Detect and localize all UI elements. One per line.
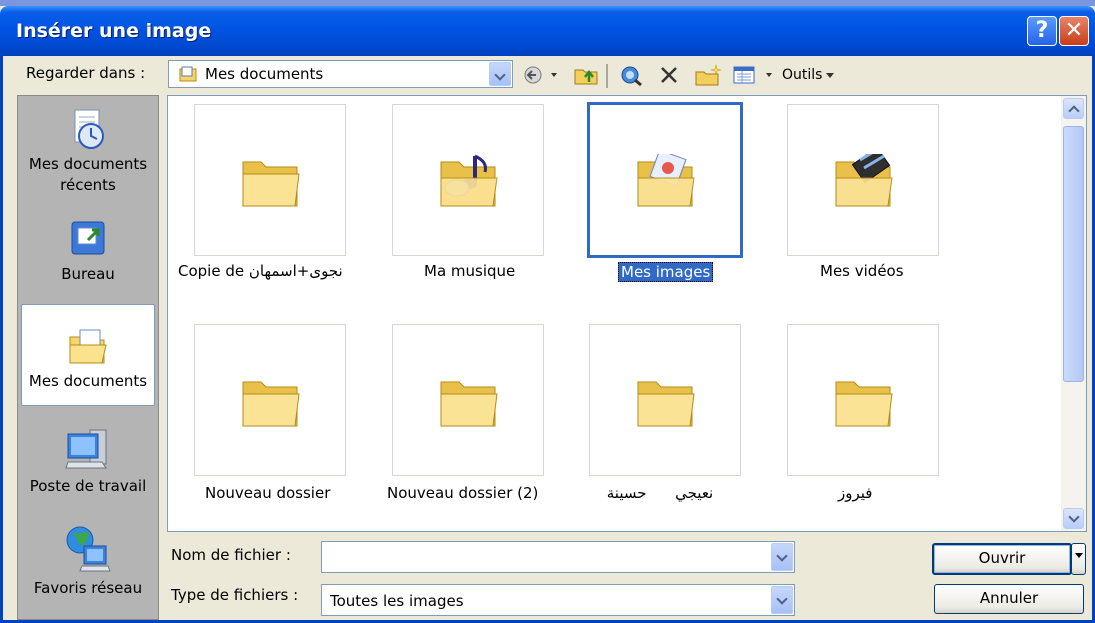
search-web-button[interactable] — [616, 64, 644, 86]
place-desktop[interactable]: Bureau — [21, 216, 155, 296]
file-thumbnail[interactable] — [194, 104, 346, 256]
place-label: Poste de travail — [29, 477, 147, 495]
file-thumbnail[interactable] — [787, 324, 939, 476]
recent-documents-icon — [74, 109, 104, 149]
file-name-selected[interactable]: Mes images — [618, 262, 714, 282]
place-label: Bureau — [61, 265, 115, 283]
file-thumbnail[interactable] — [194, 324, 346, 476]
place-label: Mes documents — [28, 372, 148, 390]
place-recent-documents[interactable]: Mes documents récents — [21, 102, 155, 212]
folder-icon — [637, 381, 695, 427]
place-my-computer[interactable]: Poste de travail — [21, 426, 155, 506]
search-web-icon — [621, 66, 642, 86]
scroll-up-button[interactable] — [1063, 98, 1084, 119]
up-folder-button[interactable] — [571, 64, 601, 86]
chevron-down-icon — [826, 73, 835, 78]
open-button[interactable]: Ouvrir — [932, 543, 1072, 575]
scroll-thumb[interactable] — [1063, 126, 1084, 382]
new-folder-icon — [695, 64, 722, 86]
chevron-down-icon[interactable] — [489, 62, 511, 86]
file-name[interactable]: فيروز — [838, 484, 872, 502]
delete-icon — [661, 67, 677, 83]
vertical-scrollbar[interactable] — [1061, 96, 1086, 531]
chevron-down-icon — [1074, 553, 1083, 558]
place-label: Favoris réseau — [33, 579, 143, 597]
look-in-combo[interactable]: Mes documents — [168, 60, 513, 88]
file-name[interactable]: Nouveau dossier — [205, 484, 330, 502]
file-thumbnail[interactable] — [787, 104, 939, 256]
file-name[interactable]: Ma musique — [424, 262, 515, 280]
filetype-select[interactable]: Toutes les images — [321, 584, 795, 616]
views-icon — [733, 66, 772, 84]
music-folder-icon — [440, 154, 498, 207]
my-documents-small-icon — [179, 66, 197, 82]
tools-label: Outils — [782, 67, 823, 83]
file-thumbnail[interactable] — [392, 104, 544, 256]
place-label: Mes documents récents — [28, 155, 148, 194]
pictures-folder-icon — [637, 154, 695, 207]
place-network[interactable]: Favoris réseau — [21, 524, 155, 612]
my-computer-icon — [65, 429, 107, 469]
delete-button[interactable] — [655, 64, 683, 86]
filename-label: Nom de fichier : — [171, 546, 291, 564]
network-places-icon — [66, 526, 111, 572]
cancel-button[interactable]: Annuler — [934, 584, 1084, 614]
close-button[interactable]: ✕ — [1059, 16, 1089, 46]
up-folder-icon — [574, 69, 598, 85]
filetype-label: Type de fichiers : — [171, 586, 299, 604]
help-button[interactable]: ? — [1027, 16, 1057, 46]
file-list-pane[interactable]: Copie de نجوى+اسمهان Ma musique Mes imag… — [167, 95, 1087, 532]
filetype-value: Toutes les images — [330, 592, 464, 610]
filename-input[interactable] — [321, 541, 795, 573]
back-icon — [524, 66, 557, 84]
file-name[interactable]: Nouveau dossier (2) — [387, 484, 538, 502]
title-bar[interactable]: Insérer une image ? ✕ — [0, 6, 1095, 56]
chevron-down-icon[interactable] — [771, 543, 793, 571]
views-button[interactable] — [732, 64, 776, 86]
file-name[interactable]: Copie de نجوى+اسمهان — [178, 262, 343, 280]
my-documents-icon — [69, 329, 107, 364]
folder-icon — [835, 381, 893, 427]
file-thumbnail-selected[interactable] — [587, 102, 743, 258]
place-my-documents[interactable]: Mes documents — [21, 304, 155, 406]
videos-folder-icon — [835, 154, 893, 207]
look-in-label: Regarder dans : — [26, 64, 146, 82]
folder-icon — [242, 161, 300, 207]
file-thumbnail[interactable] — [392, 324, 544, 476]
folder-icon — [242, 381, 300, 427]
file-name[interactable]: نعيجي حسينة — [585, 484, 735, 502]
chevron-down-icon[interactable] — [771, 586, 793, 614]
folder-icon — [440, 381, 498, 427]
places-bar: Mes documents récents Bureau Mes documen… — [17, 95, 159, 620]
look-in-value: Mes documents — [205, 65, 324, 83]
tools-menu[interactable]: Outils — [782, 64, 844, 86]
window-title: Insérer une image — [16, 20, 212, 42]
new-folder-button[interactable] — [692, 64, 724, 86]
open-options-button[interactable] — [1071, 543, 1086, 575]
toolbar-separator — [606, 64, 608, 88]
file-name[interactable]: Mes vidéos — [820, 262, 904, 280]
scroll-down-button[interactable] — [1063, 508, 1084, 529]
back-button[interactable] — [523, 64, 561, 86]
file-thumbnail[interactable] — [589, 324, 741, 476]
desktop-icon — [71, 221, 105, 255]
